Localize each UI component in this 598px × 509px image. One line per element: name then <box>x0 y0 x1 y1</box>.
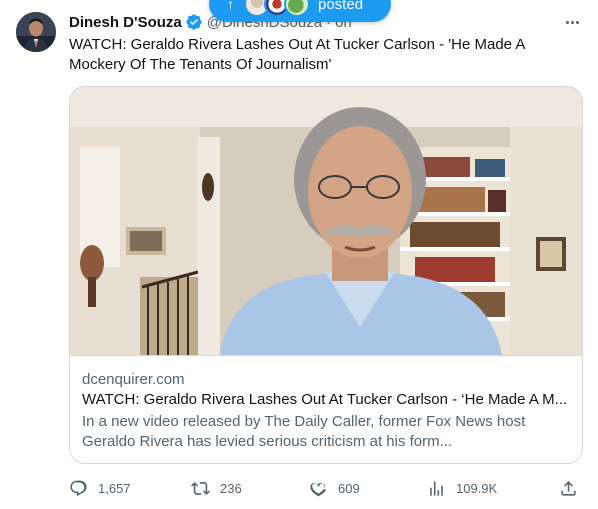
new-posts-label: posted <box>318 0 364 13</box>
arrow-up-icon: ↑ <box>227 0 234 12</box>
verified-icon <box>186 14 202 30</box>
reply-button[interactable]: 1,657 <box>69 476 131 500</box>
like-count: 609 <box>338 480 360 496</box>
share-icon <box>561 480 576 496</box>
tweet-text: WATCH: Geraldo Rivera Lashes Out At Tuck… <box>69 36 525 73</box>
author-name[interactable]: Dinesh D'Souza <box>69 14 182 31</box>
author-avatar[interactable] <box>16 12 56 52</box>
reply-count: 1,657 <box>98 480 131 496</box>
card-description: In a new video released by The Daily Cal… <box>82 413 526 450</box>
views-count: 109.9K <box>456 480 498 496</box>
pill-avatar <box>284 0 310 17</box>
card-domain: dcenquirer.com <box>82 371 185 388</box>
link-card[interactable]: dcenquirer.com WATCH: Geraldo Rivera Las… <box>69 86 583 464</box>
repost-button[interactable]: 236 <box>191 476 242 500</box>
views-button[interactable]: 109.9K <box>427 476 497 500</box>
card-title: WATCH: Geraldo Rivera Lashes Out At Tuck… <box>82 391 568 408</box>
new-posts-pill[interactable]: ↑ posted <box>209 0 391 22</box>
card-body: dcenquirer.com WATCH: Geraldo Rivera Las… <box>70 355 582 463</box>
more-options-button[interactable] <box>562 14 582 30</box>
tweet-actions: 1,657 236 609 109.9K <box>69 476 581 500</box>
repost-count: 236 <box>220 480 242 496</box>
like-button[interactable]: 609 <box>309 476 360 500</box>
reply-icon <box>70 480 87 496</box>
pill-avatars <box>244 0 310 17</box>
like-icon <box>310 482 327 496</box>
more-icon <box>565 20 569 24</box>
views-icon <box>430 480 443 496</box>
tweet[interactable]: Dinesh D'Souza @DineshDSouza · 6h ↑ post… <box>0 0 598 509</box>
share-button[interactable] <box>559 476 578 500</box>
repost-icon <box>191 481 210 495</box>
card-image <box>70 87 582 355</box>
